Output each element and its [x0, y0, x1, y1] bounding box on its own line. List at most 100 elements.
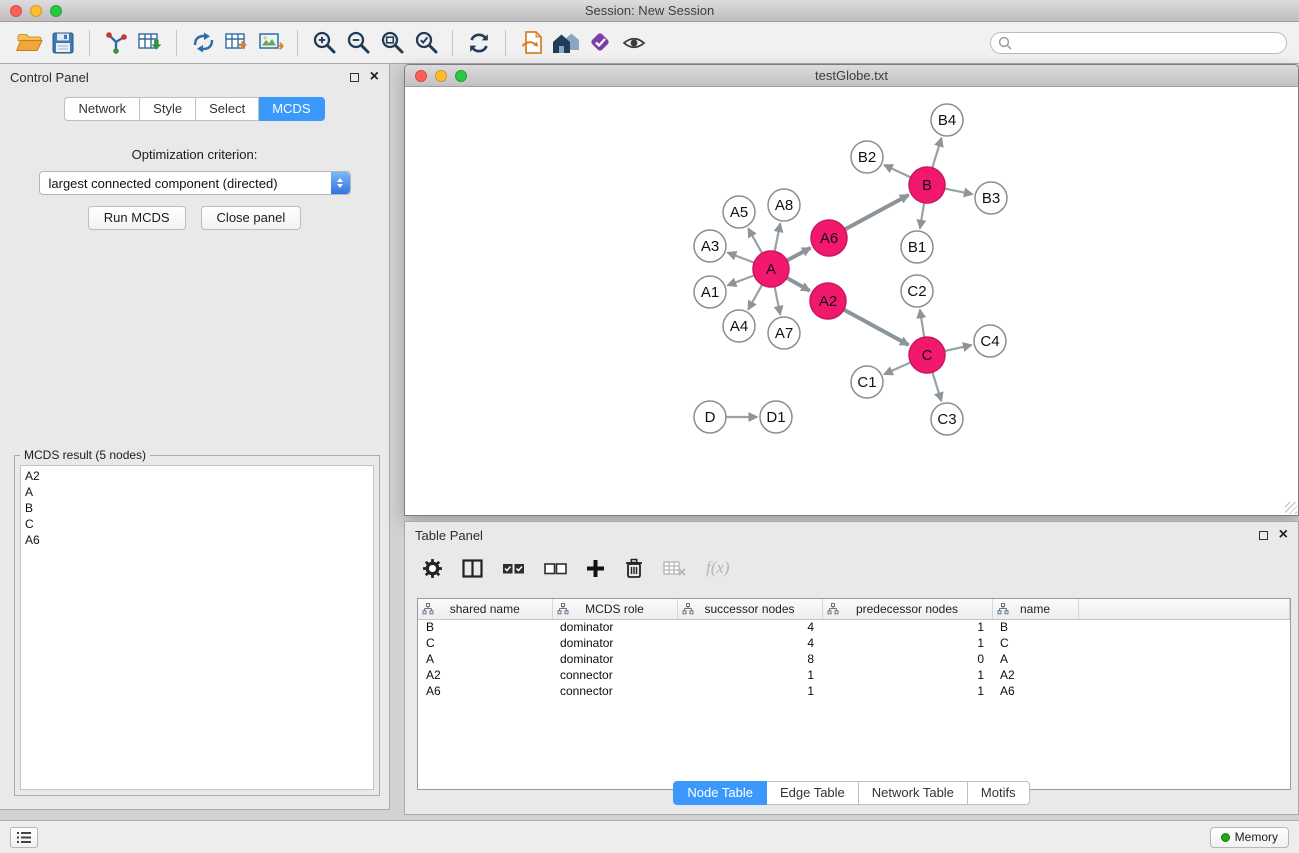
minimize-network-window-button[interactable]	[435, 70, 447, 82]
graph-edge-B-B1[interactable]	[920, 203, 924, 228]
graph-node-D[interactable]: D	[694, 401, 726, 433]
open-document-icon[interactable]	[515, 27, 549, 59]
import-network-icon[interactable]	[99, 27, 133, 59]
search-box[interactable]	[990, 32, 1287, 54]
network-canvas[interactable]: B4 B2 B B3 B1 A5 A8 A6 A3 A A1 A2 C2 A4 A7 C4 C C1 C3 D D1	[405, 87, 1298, 515]
graph-node-A4[interactable]: A4	[723, 310, 755, 342]
tab-node-table[interactable]: Node Table	[673, 781, 767, 805]
graph-edge-A-A6[interactable]	[787, 248, 811, 261]
graph-node-C4[interactable]: C4	[974, 325, 1006, 357]
graph-edge-A-A5[interactable]	[748, 229, 762, 254]
graph-node-B2[interactable]: B2	[851, 141, 883, 173]
graph-edge-A-A2[interactable]	[787, 278, 810, 291]
delete-column-icon[interactable]	[624, 558, 644, 579]
tab-network-table[interactable]: Network Table	[859, 781, 968, 805]
zoom-in-icon[interactable]	[307, 27, 341, 59]
zoom-selected-icon[interactable]	[409, 27, 443, 59]
graph-node-B1[interactable]: B1	[901, 231, 933, 263]
optimization-criterion-label: Optimization criterion:	[0, 147, 389, 162]
graph-edge-C-C4[interactable]	[945, 345, 972, 351]
graph-edge-A6-B[interactable]	[845, 195, 909, 229]
graph-edge-A-A4[interactable]	[748, 285, 762, 310]
graph-node-C3[interactable]: C3	[931, 403, 963, 435]
float-panel-icon[interactable]	[350, 73, 359, 82]
table-row[interactable]: Cdominator41C	[418, 635, 1290, 651]
zoom-out-icon[interactable]	[341, 27, 375, 59]
minimize-window-button[interactable]	[30, 5, 42, 17]
tab-mcds[interactable]: MCDS	[259, 97, 324, 121]
graph-edge-A2-C[interactable]	[844, 310, 909, 345]
graph-edge-A-A1[interactable]	[728, 275, 754, 285]
save-session-icon[interactable]	[46, 27, 80, 59]
tab-network[interactable]: Network	[64, 97, 140, 121]
graph-node-A5[interactable]: A5	[723, 196, 755, 228]
graph-edge-A-A3[interactable]	[728, 253, 754, 263]
tab-style[interactable]: Style	[140, 97, 196, 121]
graph-node-A6[interactable]: A6	[811, 220, 847, 256]
column-header-MCDS-role[interactable]: MCDS role	[552, 599, 677, 619]
close-window-button[interactable]	[10, 5, 22, 17]
create-column-icon[interactable]	[586, 559, 605, 578]
graph-edge-C-C2[interactable]	[920, 310, 924, 337]
table-row[interactable]: Adominator80A	[418, 651, 1290, 667]
refresh-network-icon[interactable]	[186, 27, 220, 59]
tab-motifs[interactable]: Motifs	[968, 781, 1030, 805]
zoom-fit-icon[interactable]	[375, 27, 409, 59]
optimization-dropdown[interactable]: largest connected component (directed)	[39, 171, 351, 195]
graph-node-A[interactable]: A	[753, 251, 789, 287]
graph-edge-B-B3[interactable]	[945, 189, 973, 195]
graph-edge-C-C1[interactable]	[884, 362, 910, 374]
table-row[interactable]: A2connector11A2	[418, 667, 1290, 683]
graph-node-A2[interactable]: A2	[810, 283, 846, 319]
open-session-icon[interactable]	[12, 27, 46, 59]
deselect-all-icon[interactable]	[544, 561, 567, 576]
export-image-icon[interactable]	[254, 27, 288, 59]
table-row[interactable]: Bdominator41B	[418, 619, 1290, 635]
zoom-network-window-button[interactable]	[455, 70, 467, 82]
column-header-predecessor-nodes[interactable]: predecessor nodes	[822, 599, 992, 619]
graph-node-A1[interactable]: A1	[694, 276, 726, 308]
graph-edge-C-C3[interactable]	[932, 372, 941, 401]
graph-node-A3[interactable]: A3	[694, 230, 726, 262]
float-table-panel-icon[interactable]	[1259, 531, 1268, 540]
show-columns-icon[interactable]	[462, 559, 483, 578]
apply-style-icon[interactable]	[583, 27, 617, 59]
graph-node-C[interactable]: C	[909, 337, 945, 373]
graph-node-C1[interactable]: C1	[851, 366, 883, 398]
task-history-button[interactable]	[10, 827, 38, 848]
import-table-icon[interactable]	[133, 27, 167, 59]
search-input[interactable]	[1012, 36, 1279, 50]
close-network-window-button[interactable]	[415, 70, 427, 82]
close-panel-button[interactable]: Close panel	[201, 206, 302, 230]
graph-edge-A-A8[interactable]	[775, 224, 781, 252]
graph-node-A7[interactable]: A7	[768, 317, 800, 349]
graph-node-B[interactable]: B	[909, 167, 945, 203]
column-header-successor-nodes[interactable]: successor nodes	[677, 599, 822, 619]
node-table[interactable]: shared nameMCDS rolesuccessor nodesprede…	[417, 598, 1291, 790]
select-all-icon[interactable]	[502, 561, 525, 576]
graph-node-B4[interactable]: B4	[931, 104, 963, 136]
tab-edge-table[interactable]: Edge Table	[767, 781, 859, 805]
column-header-shared-name[interactable]: shared name	[418, 599, 552, 619]
show-hide-icon[interactable]	[617, 27, 651, 59]
home-icon[interactable]	[549, 27, 583, 59]
tab-select[interactable]: Select	[196, 97, 259, 121]
graph-node-D1[interactable]: D1	[760, 401, 792, 433]
close-panel-icon[interactable]: ×	[370, 72, 379, 82]
graph-edge-A-A7[interactable]	[775, 287, 781, 315]
graph-node-C2[interactable]: C2	[901, 275, 933, 307]
new-network-table-icon[interactable]	[220, 27, 254, 59]
graph-node-A8[interactable]: A8	[768, 189, 800, 221]
graph-edge-B-B4[interactable]	[932, 138, 941, 168]
column-header-name[interactable]: name	[992, 599, 1078, 619]
zoom-window-button[interactable]	[50, 5, 62, 17]
table-row[interactable]: A6connector11A6	[418, 683, 1290, 699]
table-settings-icon[interactable]	[422, 558, 443, 579]
resize-grip[interactable]	[1285, 502, 1297, 514]
refresh-view-icon[interactable]	[462, 27, 496, 59]
memory-button[interactable]: Memory	[1210, 827, 1289, 848]
run-mcds-button[interactable]: Run MCDS	[88, 206, 186, 230]
graph-node-B3[interactable]: B3	[975, 182, 1007, 214]
graph-edge-B-B2[interactable]	[884, 165, 910, 177]
close-table-panel-icon[interactable]: ×	[1279, 530, 1288, 540]
